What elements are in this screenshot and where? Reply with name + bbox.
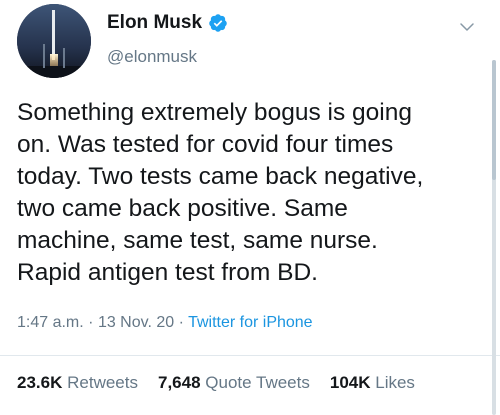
tweet-detail: Elon Musk @elonmusk Something extremely … bbox=[0, 0, 500, 415]
display-name[interactable]: Elon Musk bbox=[107, 10, 202, 36]
tweet-source-link[interactable]: Twitter for iPhone bbox=[188, 314, 313, 331]
tweet-date[interactable]: 13 Nov. 20 bbox=[98, 314, 174, 331]
meta-separator: · bbox=[88, 314, 94, 331]
tweet-text-line: on. Was tested for covid four times bbox=[17, 131, 394, 158]
tweet-text-line: Rapid antigen test from BD. bbox=[17, 259, 318, 286]
verified-badge-icon bbox=[208, 13, 228, 33]
quote-tweets-label: Quote Tweets bbox=[205, 373, 310, 392]
tweet-time[interactable]: 1:47 a.m. bbox=[17, 314, 84, 331]
engagement-stats: 23.6K Retweets 7,648 Quote Tweets 104K L… bbox=[17, 372, 435, 394]
rocket-launch-image bbox=[17, 4, 91, 78]
tweet-text-line: today. Two tests came back negative, bbox=[17, 163, 424, 190]
tweet-text-line: machine, same test, same nurse. bbox=[17, 227, 378, 254]
meta-separator: · bbox=[178, 314, 184, 331]
likes-label: Likes bbox=[375, 373, 415, 392]
retweets-stat[interactable]: 23.6K Retweets bbox=[17, 372, 138, 394]
scrollbar[interactable] bbox=[492, 60, 496, 415]
likes-stat[interactable]: 104K Likes bbox=[330, 372, 415, 394]
tweet-text: Something extremely bogus is going on. W… bbox=[17, 97, 477, 289]
scrollbar-thumb[interactable] bbox=[492, 60, 496, 180]
author-name-row[interactable]: Elon Musk bbox=[107, 10, 228, 36]
chevron-down-icon[interactable] bbox=[458, 18, 476, 36]
tweet-meta: 1:47 a.m. · 13 Nov. 20 · Twitter for iPh… bbox=[17, 312, 313, 334]
divider bbox=[0, 355, 500, 356]
retweets-label: Retweets bbox=[67, 373, 138, 392]
author-handle[interactable]: @elonmusk bbox=[107, 46, 197, 68]
quote-tweets-stat[interactable]: 7,648 Quote Tweets bbox=[158, 372, 310, 394]
tweet-text-line: two came back positive. Same bbox=[17, 195, 348, 222]
retweets-count: 23.6K bbox=[17, 373, 63, 392]
avatar[interactable] bbox=[17, 4, 91, 78]
likes-count: 104K bbox=[329, 373, 371, 392]
quote-tweets-count: 7,648 bbox=[157, 373, 201, 392]
tweet-text-line: Something extremely bogus is going bbox=[17, 99, 412, 126]
